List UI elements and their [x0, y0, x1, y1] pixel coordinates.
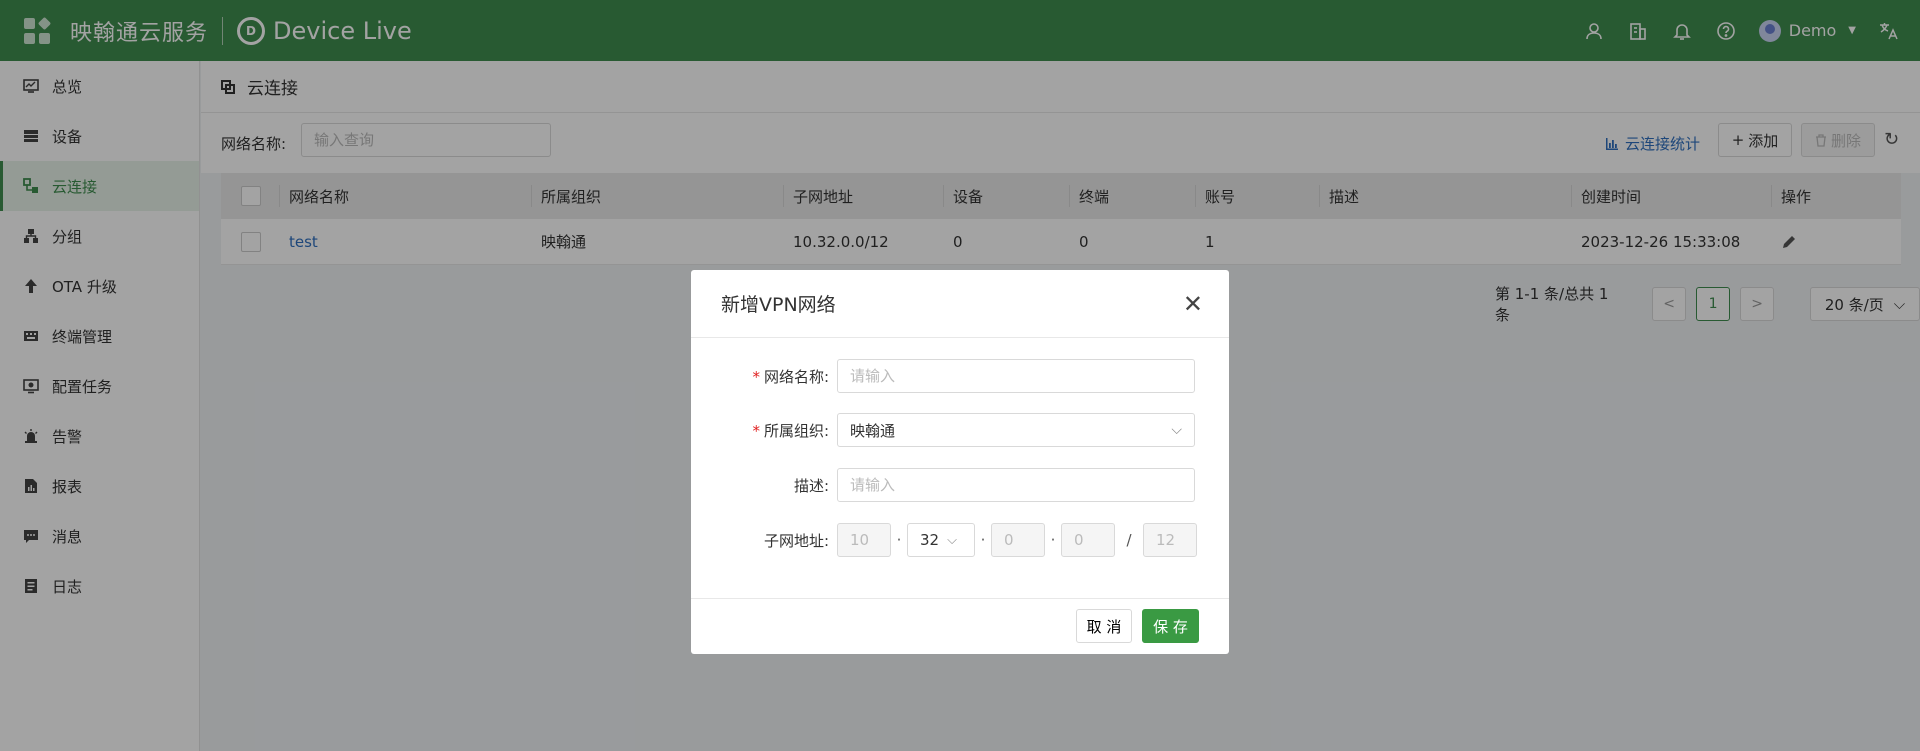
dialog-title: 新增VPN网络: [721, 294, 836, 316]
subnet-dot: ·: [980, 531, 986, 549]
cancel-button[interactable]: 取 消: [1076, 609, 1132, 643]
subnet-dot: ·: [896, 531, 902, 549]
org-select[interactable]: 映翰通 ⌵: [837, 413, 1195, 447]
org-select-value: 映翰通: [850, 421, 896, 440]
dialog-header: 新增VPN网络 ✕: [691, 270, 1229, 338]
dialog-footer: 取 消 保 存: [691, 598, 1229, 654]
chevron-down-icon: ⌵: [947, 532, 957, 548]
network-name-input[interactable]: [837, 359, 1195, 393]
form-row-name: * 网络名称:: [691, 359, 1229, 393]
description-input[interactable]: [837, 468, 1195, 502]
save-button[interactable]: 保 存: [1142, 609, 1199, 643]
required-mark: *: [752, 367, 760, 386]
subnet-dot: ·: [1050, 531, 1056, 549]
form-label: 描述:: [793, 476, 829, 495]
required-mark: *: [752, 421, 760, 440]
subnet-octet-2-select[interactable]: 32 ⌵: [907, 523, 975, 557]
form-row-org: * 所属组织: 映翰通 ⌵: [691, 413, 1229, 447]
subnet-slash: /: [1126, 531, 1132, 549]
subnet-octet-1: 10: [837, 523, 891, 557]
subnet-octet-3: 0: [991, 523, 1045, 557]
form-label: 子网地址:: [763, 531, 829, 550]
form-row-subnet: 子网地址: 10 · 32 ⌵ · 0 · 0 / 12: [691, 523, 1229, 557]
org-label: 所属组织:: [763, 421, 829, 440]
chevron-down-icon: ⌵: [1171, 422, 1182, 438]
subnet-inputs: 10 · 32 ⌵ · 0 · 0 / 12: [837, 523, 1197, 557]
subnet-octet-4: 0: [1061, 523, 1115, 557]
form-label: * 网络名称:: [691, 366, 837, 387]
close-icon[interactable]: ✕: [1183, 292, 1203, 316]
form-row-desc: 描述:: [691, 468, 1229, 502]
name-label: 网络名称:: [763, 367, 829, 386]
add-vpn-dialog: 新增VPN网络 ✕ *网络名称: *所属组织: 映翰通 ⌵ 描述: 子网地址: …: [691, 270, 1229, 654]
subnet-mask: 12: [1143, 523, 1197, 557]
subnet-octet-2-value: 32: [920, 531, 940, 549]
form-label: * 所属组织:: [691, 420, 837, 441]
